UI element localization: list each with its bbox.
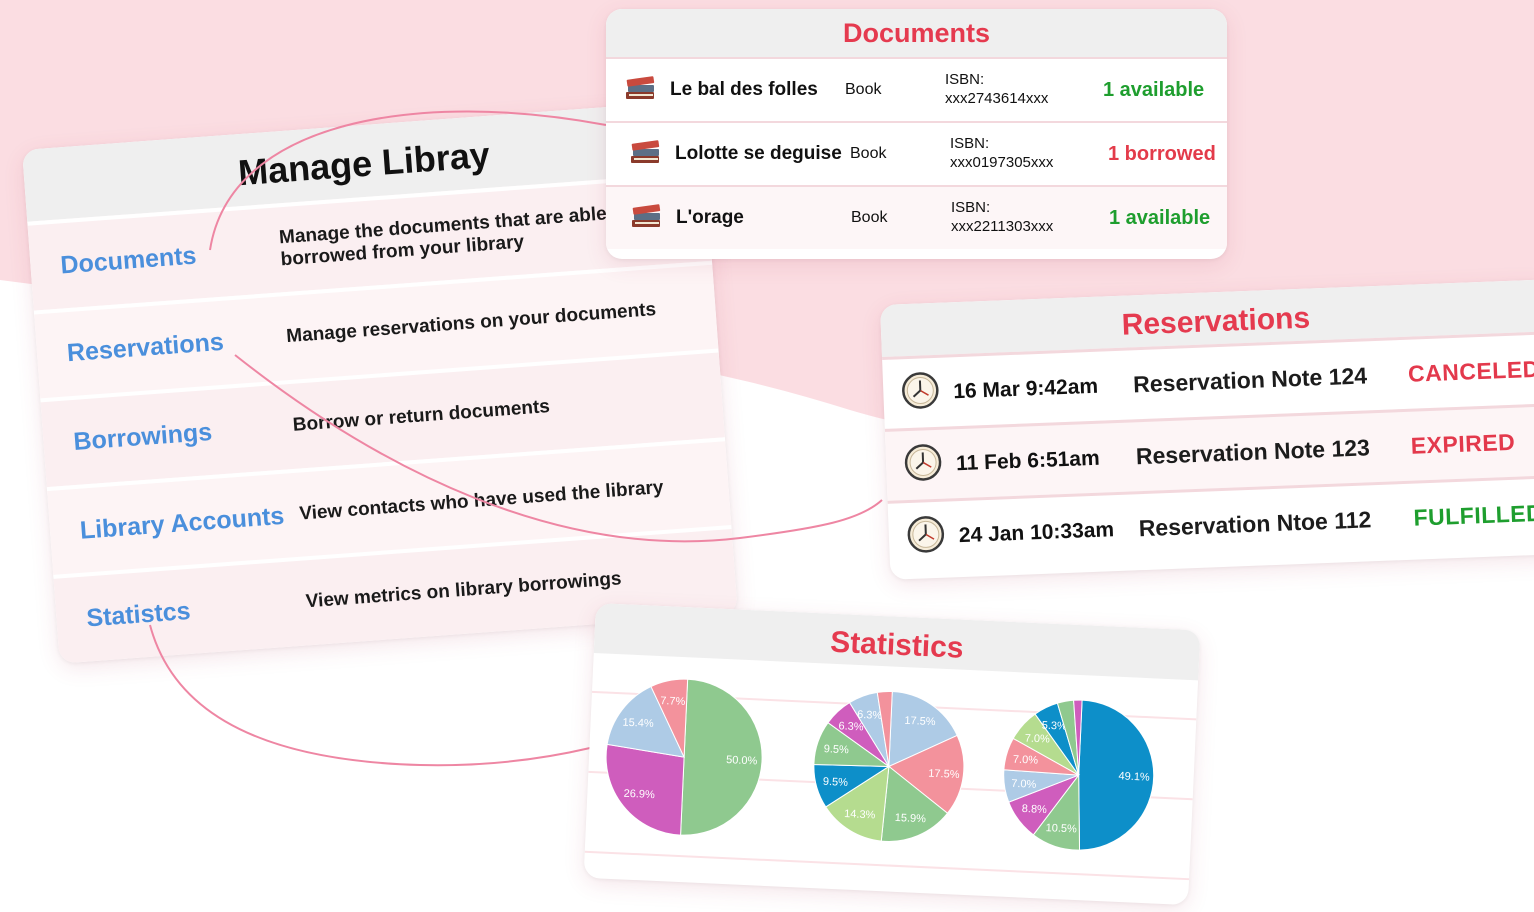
menu-item-description: Borrow or return documents <box>292 396 551 436</box>
pie-slice-label: 7.0% <box>1011 778 1037 791</box>
pie-slice-label: 15.4% <box>622 717 654 730</box>
document-row[interactable]: Le bal des folles Book ISBN: xxx2743614x… <box>606 57 1227 121</box>
pie-slice-label: 15.9% <box>894 812 926 825</box>
pie-slice-label: 9.5% <box>823 743 849 756</box>
document-type: Book <box>845 81 882 98</box>
pie-slice-label: 7.0% <box>1013 754 1039 767</box>
books-icon <box>612 202 676 235</box>
reservation-note: Reservation Note 124 <box>1132 362 1368 398</box>
pie-slice-label: 10.5% <box>1045 822 1077 835</box>
document-status: 1 borrowed <box>1108 142 1216 165</box>
statistics-card: Statistics 50.0% 26.9% 15.4% 7.7% 17.5% 17.5%… <box>583 603 1201 906</box>
document-isbn: ISBN: xxx0197305xxx <box>950 135 1054 171</box>
reservation-note: Reservation Note 123 <box>1135 434 1371 470</box>
pie-slice-label: 6.3% <box>838 720 864 733</box>
document-row[interactable]: L'orage Book ISBN: xxx2211303xxx 1 avail… <box>606 185 1227 249</box>
document-title: L'orage <box>676 207 744 228</box>
books-icon <box>606 74 670 107</box>
documents-title: Documents <box>606 9 1227 57</box>
books-icon <box>611 138 675 171</box>
document-row[interactable]: Lolotte se deguise Book ISBN: xxx0197305… <box>606 121 1227 185</box>
document-isbn: ISBN: xxx2743614xxx <box>945 71 1049 107</box>
reservation-status: FULFILLED <box>1413 499 1534 531</box>
reservations-card: Reservations 16 Mar 9:42am Reservation N… <box>880 279 1534 580</box>
document-type: Book <box>851 209 888 226</box>
statistics-body: 50.0% 26.9% 15.4% 7.7% 17.5% 17.5% 15.9% 14.3% 9… <box>584 653 1199 905</box>
reservation-date: 24 Jan 10:33am <box>958 517 1115 547</box>
pie-slice-label: 9.5% <box>823 776 849 789</box>
menu-item-label[interactable]: Reservations <box>36 324 287 371</box>
menu-item-label[interactable]: Borrowings <box>43 412 294 459</box>
clock-icon <box>885 442 957 488</box>
document-type: Book <box>850 145 887 162</box>
menu-item-label[interactable]: Library Accounts <box>49 500 300 547</box>
pie-slice-label: 14.3% <box>844 808 876 821</box>
pie-slice-label: 49.1% <box>1118 770 1150 783</box>
pie-slice-label: 50.0% <box>726 754 758 767</box>
menu-item-description: View contacts who have used the library <box>298 476 665 525</box>
reservation-date: 16 Mar 9:42am <box>952 374 1099 403</box>
menu-item-label[interactable]: Statistcs <box>56 589 307 636</box>
menu-item-description: Manage reservations on your documents <box>285 299 657 348</box>
document-isbn: ISBN: xxx2211303xxx <box>951 199 1054 235</box>
pie-slice-label: 26.9% <box>623 788 655 801</box>
reservation-note: Reservation Ntoe 112 <box>1138 506 1372 542</box>
reservation-date: 11 Feb 6:51am <box>955 446 1101 475</box>
clock-icon <box>888 514 960 560</box>
clock-icon <box>883 370 955 416</box>
reservation-status: CANCELED <box>1407 355 1534 387</box>
document-status: 1 available <box>1109 206 1211 229</box>
menu-item-label[interactable]: Documents <box>30 235 281 282</box>
reservation-status: EXPIRED <box>1410 428 1516 459</box>
pie-slice-label: 17.5% <box>928 768 960 781</box>
pie-slice-label: 8.8% <box>1022 803 1048 816</box>
document-title: Lolotte se deguise <box>675 143 842 164</box>
pie-slice-label: 6.3% <box>857 709 883 722</box>
pie-slice-label: 17.5% <box>904 715 936 728</box>
pie-slice-label: 7.7% <box>660 695 686 708</box>
documents-card: Documents Le bal des folles Book ISBN: x… <box>606 9 1227 259</box>
pie-charts: 50.0% 26.9% 15.4% 7.7% 17.5% 17.5% 15.9% 14.3% 9… <box>605 678 1155 851</box>
document-title: Le bal des folles <box>670 79 818 100</box>
pie-slice-label: 7.0% <box>1024 732 1050 745</box>
document-status: 1 available <box>1103 78 1205 101</box>
